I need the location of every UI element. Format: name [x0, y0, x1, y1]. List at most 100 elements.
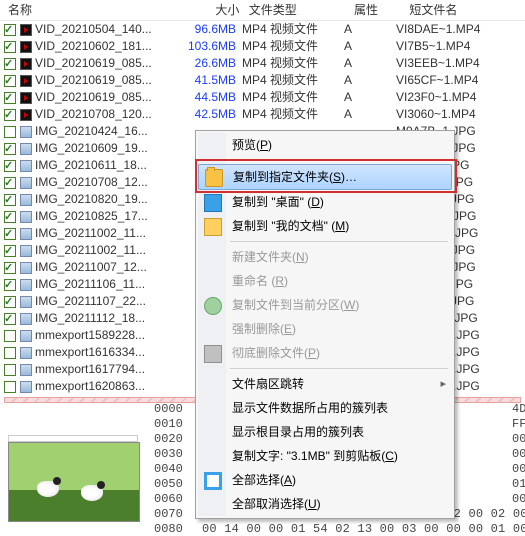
file-name-cell[interactable]: mmexport1616334...: [0, 344, 172, 361]
file-checkbox[interactable]: [4, 126, 16, 138]
image-file-icon: [20, 228, 32, 240]
file-name-cell[interactable]: IMG_20210825_17...: [0, 208, 172, 225]
preview-scrollbar[interactable]: [8, 435, 138, 442]
file-checkbox[interactable]: [4, 211, 16, 223]
file-row[interactable]: VID_20210619_085...41.5MBMP4 视频文件AVI65CF…: [0, 72, 525, 89]
file-name-cell[interactable]: IMG_20210424_16...: [0, 123, 172, 140]
file-name-cell[interactable]: IMG_20210611_18...: [0, 157, 172, 174]
file-name-cell[interactable]: IMG_20211107_22...: [0, 293, 172, 310]
preview-pane: [8, 435, 138, 522]
file-checkbox[interactable]: [4, 347, 16, 359]
file-name-cell[interactable]: mmexport1617794...: [0, 361, 172, 378]
file-checkbox[interactable]: [4, 24, 16, 36]
menu-item[interactable]: 预览(P): [198, 133, 452, 157]
file-size-cell: 103.6MB: [172, 38, 242, 55]
hex-ascii: [512, 507, 525, 522]
file-checkbox[interactable]: [4, 262, 16, 274]
hex-ascii: 00 00 01 02: [512, 432, 525, 447]
file-checkbox[interactable]: [4, 41, 16, 53]
file-name-cell[interactable]: VID_20210602_181...: [0, 38, 172, 55]
file-name-cell[interactable]: VID_20210708_120...: [0, 106, 172, 123]
image-file-icon: [20, 194, 32, 206]
hex-offset: 0080: [154, 522, 202, 536]
file-name-cell[interactable]: VID_20210504_140...: [0, 21, 172, 38]
docs-icon: [204, 218, 222, 236]
file-checkbox[interactable]: [4, 160, 16, 172]
file-name-cell[interactable]: IMG_20210609_19...: [0, 140, 172, 157]
file-size-cell: 26.6MB: [172, 55, 242, 72]
file-checkbox[interactable]: [4, 228, 16, 240]
menu-item[interactable]: 复制文字: "3.1MB" 到剪贴板(C): [198, 444, 452, 468]
menu-item[interactable]: 文件扇区跳转: [198, 372, 452, 396]
col-header-attr[interactable]: 属性: [354, 0, 406, 20]
file-row[interactable]: VID_20210619_085...44.5MBMP4 视频文件AVI23F0…: [0, 89, 525, 106]
file-name-cell[interactable]: IMG_20211002_11...: [0, 225, 172, 242]
menu-item[interactable]: 全部取消选择(U): [198, 492, 452, 516]
menu-item[interactable]: 显示根目录占用的簇列表: [198, 420, 452, 444]
file-size-cell: 42.5MB: [172, 106, 242, 123]
column-header-row: 名称 大小 文件类型 属性 短文件名: [0, 0, 525, 21]
image-file-icon: [20, 160, 32, 172]
file-name-cell[interactable]: IMG_20210820_19...: [0, 191, 172, 208]
file-name-cell[interactable]: VID_20210619_085...: [0, 89, 172, 106]
file-name-cell[interactable]: IMG_20211002_11...: [0, 242, 172, 259]
col-header-short[interactable]: 短文件名: [409, 0, 525, 20]
file-name-label: IMG_20211007_12...: [35, 259, 147, 276]
file-shortname-cell: VI3EEB~1.MP4: [396, 55, 525, 72]
file-checkbox[interactable]: [4, 381, 16, 393]
file-checkbox[interactable]: [4, 194, 16, 206]
menu-item[interactable]: 全部选择(A): [198, 468, 452, 492]
file-row[interactable]: VID_20210504_140...96.6MBMP4 视频文件AVI8DAE…: [0, 21, 525, 38]
video-file-icon: [20, 75, 32, 87]
file-row[interactable]: VID_20210619_085...26.6MBMP4 视频文件AVI3EEB…: [0, 55, 525, 72]
file-shortname-cell: VI23F0~1.MP4: [396, 89, 525, 106]
file-checkbox[interactable]: [4, 177, 16, 189]
file-row[interactable]: VID_20210708_120...42.5MBMP4 视频文件AVI3060…: [0, 106, 525, 123]
file-name-label: IMG_20210611_18...: [35, 157, 147, 174]
col-header-name[interactable]: 名称: [0, 0, 172, 20]
file-name-cell[interactable]: mmexport1589228...: [0, 327, 172, 344]
col-header-size[interactable]: 大小: [175, 0, 245, 20]
image-file-icon: [20, 330, 32, 342]
menu-item: 强制删除(E): [198, 317, 452, 341]
file-checkbox[interactable]: [4, 313, 16, 325]
file-name-cell[interactable]: VID_20210619_085...: [0, 55, 172, 72]
file-checkbox[interactable]: [4, 75, 16, 87]
file-checkbox[interactable]: [4, 143, 16, 155]
file-size-cell: 44.5MB: [172, 89, 242, 106]
col-header-type[interactable]: 文件类型: [249, 0, 351, 20]
image-file-icon: [20, 296, 32, 308]
menu-item[interactable]: 复制到 "桌面" (D): [198, 190, 452, 214]
image-file-icon: [20, 381, 32, 393]
hex-ascii: 4D 4D 00 2A: [512, 402, 525, 417]
file-checkbox[interactable]: [4, 92, 16, 104]
hex-ascii: [512, 522, 525, 536]
preview-thumbnail[interactable]: [8, 442, 140, 522]
file-checkbox[interactable]: [4, 296, 16, 308]
file-checkbox[interactable]: [4, 364, 16, 376]
file-row[interactable]: VID_20210602_181...103.6MBMP4 视频文件AVI7B5…: [0, 38, 525, 55]
file-name-cell[interactable]: IMG_20210708_12...: [0, 174, 172, 191]
file-shortname-cell: VI3060~1.MP4: [396, 106, 525, 123]
image-file-icon: [20, 126, 32, 138]
file-checkbox[interactable]: [4, 245, 16, 257]
image-file-icon: [20, 143, 32, 155]
file-name-cell[interactable]: IMG_20211007_12...: [0, 259, 172, 276]
file-checkbox[interactable]: [4, 279, 16, 291]
file-shortname-cell: VI8DAE~1.MP4: [396, 21, 525, 38]
file-name-cell[interactable]: IMG_20211106_11...: [0, 276, 172, 293]
file-name-label: IMG_20210708_12...: [35, 174, 148, 191]
file-name-cell[interactable]: VID_20210619_085...: [0, 72, 172, 89]
image-file-icon: [20, 364, 32, 376]
recycle-icon: [204, 297, 222, 315]
file-name-label: IMG_20210820_19...: [35, 191, 148, 208]
file-shortname-cell: VI65CF~1.MP4: [396, 72, 525, 89]
menu-item[interactable]: 显示文件数据所占用的簇列表: [198, 396, 452, 420]
file-checkbox[interactable]: [4, 58, 16, 70]
file-checkbox[interactable]: [4, 109, 16, 121]
file-checkbox[interactable]: [4, 330, 16, 342]
menu-separator: [230, 241, 448, 242]
file-name-cell[interactable]: IMG_20211112_18...: [0, 310, 172, 327]
file-name-cell[interactable]: mmexport1620863...: [0, 378, 172, 395]
menu-item[interactable]: 复制到 "我的文档" (M): [198, 214, 452, 238]
